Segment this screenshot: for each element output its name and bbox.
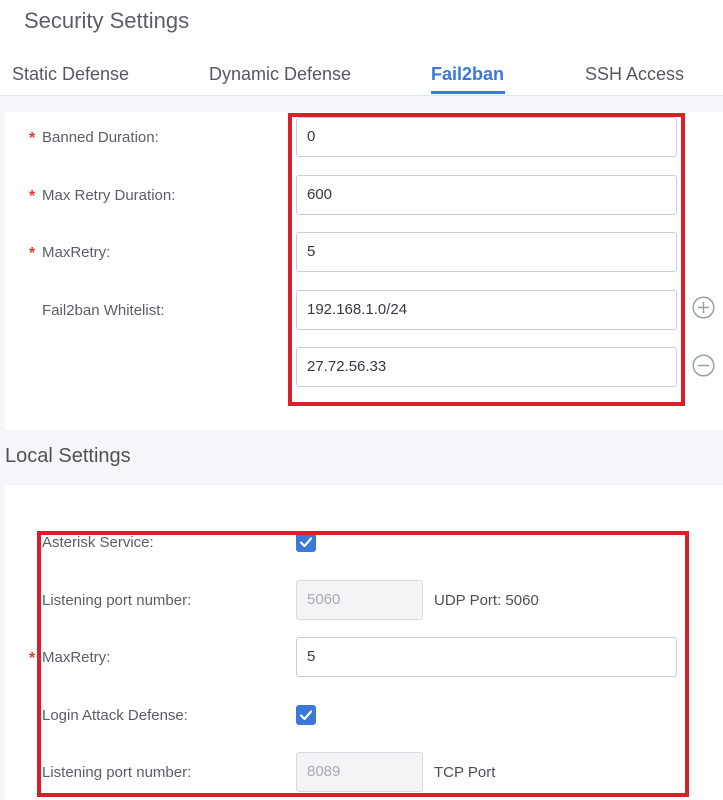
required-mark: * — [29, 188, 36, 205]
banned-duration-label: Banned Duration: — [42, 129, 159, 146]
max-retry-duration-input[interactable]: 600 — [296, 175, 677, 215]
tab-dynamic-defense[interactable]: Dynamic Defense — [209, 64, 351, 85]
login-port-label: Listening port number: — [42, 764, 192, 781]
tab-static-defense[interactable]: Static Defense — [12, 64, 129, 85]
login-port-input: 8089 — [296, 752, 423, 792]
asterisk-service-checkbox[interactable] — [296, 532, 316, 552]
plus-circle-icon[interactable] — [692, 296, 715, 319]
page-header: Security Settings Static Defense Dynamic… — [0, 0, 723, 96]
tcp-port-note: TCP Port — [434, 764, 496, 781]
local-max-retry-input[interactable]: 5 — [296, 637, 677, 677]
max-retry-duration-label: Max Retry Duration: — [42, 187, 176, 204]
max-retry-input[interactable]: 5 — [296, 232, 677, 272]
tab-ssh-access[interactable]: SSH Access — [585, 64, 684, 85]
asterisk-port-input: 5060 — [296, 580, 423, 620]
tab-fail2ban[interactable]: Fail2ban — [431, 64, 504, 85]
asterisk-service-label: Asterisk Service: — [42, 534, 154, 551]
local-settings-title: Local Settings — [5, 445, 131, 467]
whitelist-input-1[interactable]: 192.168.1.0/24 — [296, 290, 677, 330]
login-attack-defense-checkbox[interactable] — [296, 705, 316, 725]
required-mark: * — [29, 245, 36, 262]
check-icon — [299, 710, 313, 721]
active-tab-indicator — [431, 91, 505, 94]
fail2ban-whitelist-label: Fail2ban Whitelist: — [42, 302, 165, 319]
max-retry-label: MaxRetry: — [42, 244, 111, 261]
check-icon — [299, 537, 313, 548]
required-mark: * — [29, 650, 36, 667]
whitelist-input-2[interactable]: 27.72.56.33 — [296, 347, 677, 387]
asterisk-port-label: Listening port number: — [42, 592, 192, 609]
local-max-retry-label: MaxRetry: — [42, 649, 111, 666]
required-mark: * — [29, 130, 36, 147]
login-attack-defense-label: Login Attack Defense: — [42, 707, 188, 724]
udp-port-note: UDP Port: 5060 — [434, 592, 539, 609]
minus-circle-icon[interactable] — [692, 354, 715, 377]
page-title: Security Settings — [24, 8, 190, 33]
banned-duration-input[interactable]: 0 — [296, 117, 677, 157]
